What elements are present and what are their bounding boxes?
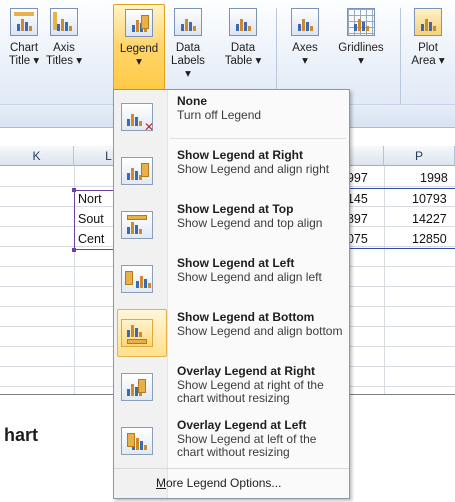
- data-labels-icon: [174, 8, 202, 36]
- legend-label-1: Legend: [119, 43, 159, 55]
- chart-title-button[interactable]: Chart Title ▾: [6, 4, 42, 102]
- data-labels-button[interactable]: Data Labels ▾: [168, 4, 208, 102]
- legend-icon: [125, 9, 153, 37]
- menu-item-legend-left[interactable]: Show Legend at Left Show Legend and alig…: [114, 252, 349, 306]
- axis-titles-button[interactable]: Axis Titles ▾: [44, 4, 84, 102]
- menu-item-desc: Show Legend at left of the chart without…: [177, 432, 317, 459]
- menu-item-title: None: [177, 94, 207, 108]
- cell-p-year[interactable]: 1998: [420, 171, 448, 185]
- menu-item-desc: Show Legend and top align: [177, 216, 323, 230]
- menu-item-legend-none[interactable]: ✕ None Turn off Legend: [114, 90, 349, 144]
- axis-titles-label-2: Titles ▾: [45, 55, 83, 67]
- axis-titles-icon: [50, 8, 78, 36]
- menu-item-desc: Turn off Legend: [177, 108, 262, 122]
- cell-p-south[interactable]: 14227: [412, 212, 447, 226]
- menu-item-title: Overlay Legend at Right: [177, 364, 316, 378]
- axis-titles-label-1: Axis: [53, 42, 75, 54]
- range-handle[interactable]: [72, 248, 76, 252]
- gridlines-button[interactable]: Gridlines ▾: [330, 4, 392, 102]
- table-border: [336, 248, 455, 249]
- menu-item-legend-bottom[interactable]: Show Legend at Bottom Show Legend and al…: [114, 306, 349, 360]
- menu-item-title: Show Legend at Right: [177, 148, 303, 162]
- data-table-label-2: Table ▾: [224, 55, 262, 67]
- menu-item-desc: Show Legend and align bottom: [177, 324, 343, 338]
- axes-label-1: Axes: [292, 42, 318, 54]
- menu-item-title: Show Legend at Top: [177, 202, 294, 216]
- plot-area-icon: [414, 8, 442, 36]
- menu-item-desc: Show Legend and align right: [177, 162, 330, 176]
- chart-title[interactable]: hart: [4, 425, 38, 446]
- more-legend-options[interactable]: More Legend Options...: [114, 470, 349, 496]
- legend-none-icon: ✕: [121, 103, 154, 133]
- group-separator: [400, 8, 401, 104]
- axes-icon: [291, 8, 319, 36]
- column-header-k[interactable]: K: [0, 146, 74, 166]
- data-table-icon: [229, 8, 257, 36]
- plot-area-label-1: Plot: [418, 42, 438, 54]
- menu-item-title: Overlay Legend at Left: [177, 418, 307, 432]
- data-labels-label-1: Data: [175, 42, 201, 54]
- legend-overlay-left-icon: [121, 427, 153, 455]
- gridlines-label-1: Gridlines: [338, 42, 384, 54]
- menu-item-legend-top[interactable]: Show Legend at Top Show Legend and top a…: [114, 198, 349, 252]
- plot-area-button[interactable]: Plot Area ▾: [406, 4, 450, 102]
- gridlines-icon: [347, 8, 375, 36]
- legend-top-icon: [121, 211, 153, 239]
- legend-overlay-right-icon: [121, 373, 153, 401]
- cell-p-central[interactable]: 12850: [412, 232, 447, 246]
- column-header-p[interactable]: P: [384, 146, 455, 166]
- menu-separator: [170, 138, 346, 139]
- menu-item-overlay-legend-right[interactable]: Overlay Legend at Right Show Legend at r…: [114, 360, 349, 414]
- menu-item-title: Show Legend at Bottom: [177, 310, 315, 324]
- plot-area-label-2: Area ▾: [411, 55, 445, 67]
- menu-item-legend-right[interactable]: Show Legend at Right Show Legend and ali…: [114, 144, 349, 198]
- menu-item-desc: Show Legend at right of the chart withou…: [177, 378, 324, 405]
- menu-separator: [114, 468, 349, 469]
- legend-bottom-icon: [121, 319, 153, 347]
- data-table-label-1: Data: [230, 42, 256, 54]
- table-border: [336, 188, 455, 189]
- axes-button[interactable]: Axes ▾: [284, 4, 326, 102]
- range-handle[interactable]: [72, 188, 76, 192]
- legend-label-2: ▾: [136, 56, 142, 68]
- legend-button[interactable]: Legend ▾: [113, 4, 165, 102]
- cell-p-north[interactable]: 10793: [412, 192, 447, 206]
- chart-title-icon: [10, 8, 38, 36]
- chart-title-label-2: Title ▾: [8, 55, 40, 67]
- axes-label-2: ▾: [302, 55, 308, 67]
- menu-item-title: Show Legend at Left: [177, 256, 295, 270]
- chart-title-label-1: Chart: [9, 42, 39, 54]
- legend-left-icon: [121, 265, 153, 293]
- legend-right-icon: [121, 157, 153, 185]
- gridlines-label-2: ▾: [358, 55, 364, 67]
- data-labels-label-2: Labels ▾: [171, 55, 205, 80]
- menu-item-overlay-legend-left[interactable]: Overlay Legend at Left Show Legend at le…: [114, 414, 349, 468]
- legend-dropdown-menu: ✕ None Turn off Legend Show Legend at Ri…: [113, 89, 350, 499]
- data-table-button[interactable]: Data Table ▾: [220, 4, 266, 102]
- menu-item-desc: Show Legend and align left: [177, 270, 322, 284]
- more-legend-options-label: More Legend Options...: [156, 476, 282, 490]
